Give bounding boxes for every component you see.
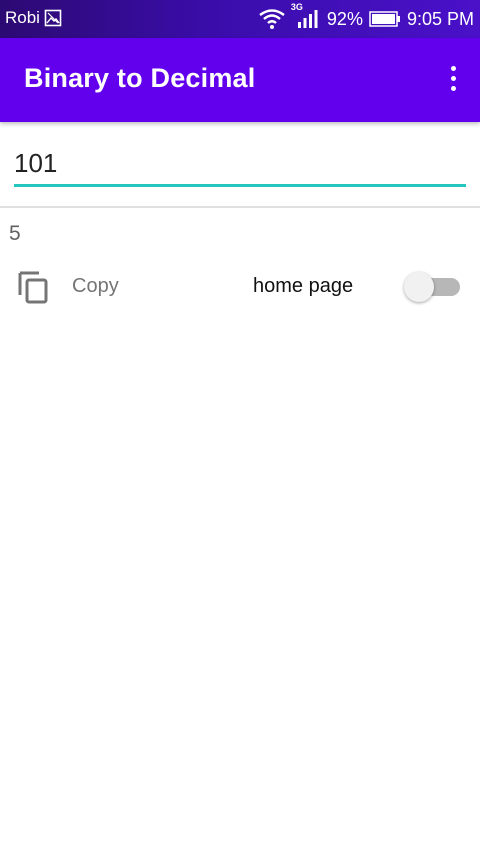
dot: [450, 76, 456, 81]
gallery-icon: [44, 9, 62, 27]
divider: [0, 206, 480, 208]
dot: [450, 66, 456, 71]
app-title: Binary to Decimal: [24, 63, 256, 93]
binary-input[interactable]: [14, 142, 466, 187]
battery-icon: [369, 11, 401, 27]
toggle-thumb: [404, 272, 434, 302]
signal-icon: 3G: [291, 2, 321, 30]
battery-percent: 92%: [326, 8, 363, 29]
wifi-icon: [259, 9, 285, 29]
status-bar-left: Robi: [5, 8, 62, 28]
home-page-label: home page: [253, 275, 354, 297]
more-vert-icon[interactable]: [448, 66, 458, 94]
dot: [450, 86, 456, 91]
clock: 9:05 PM: [406, 8, 474, 29]
app-bar: Binary to Decimal: [0, 38, 480, 122]
carrier-name: Robi: [5, 8, 40, 27]
home-page-toggle[interactable]: [404, 272, 460, 302]
decimal-result: 5: [9, 222, 21, 245]
action-row: Copy home page: [0, 262, 480, 310]
status-bar: Robi 3G 92% 9:05 PM: [0, 0, 480, 38]
copy-icon[interactable]: [17, 268, 49, 304]
copy-button[interactable]: Copy: [72, 275, 119, 298]
binary-input-container: [14, 142, 466, 188]
status-bar-right: 3G 92% 9:05 PM: [259, 2, 474, 30]
